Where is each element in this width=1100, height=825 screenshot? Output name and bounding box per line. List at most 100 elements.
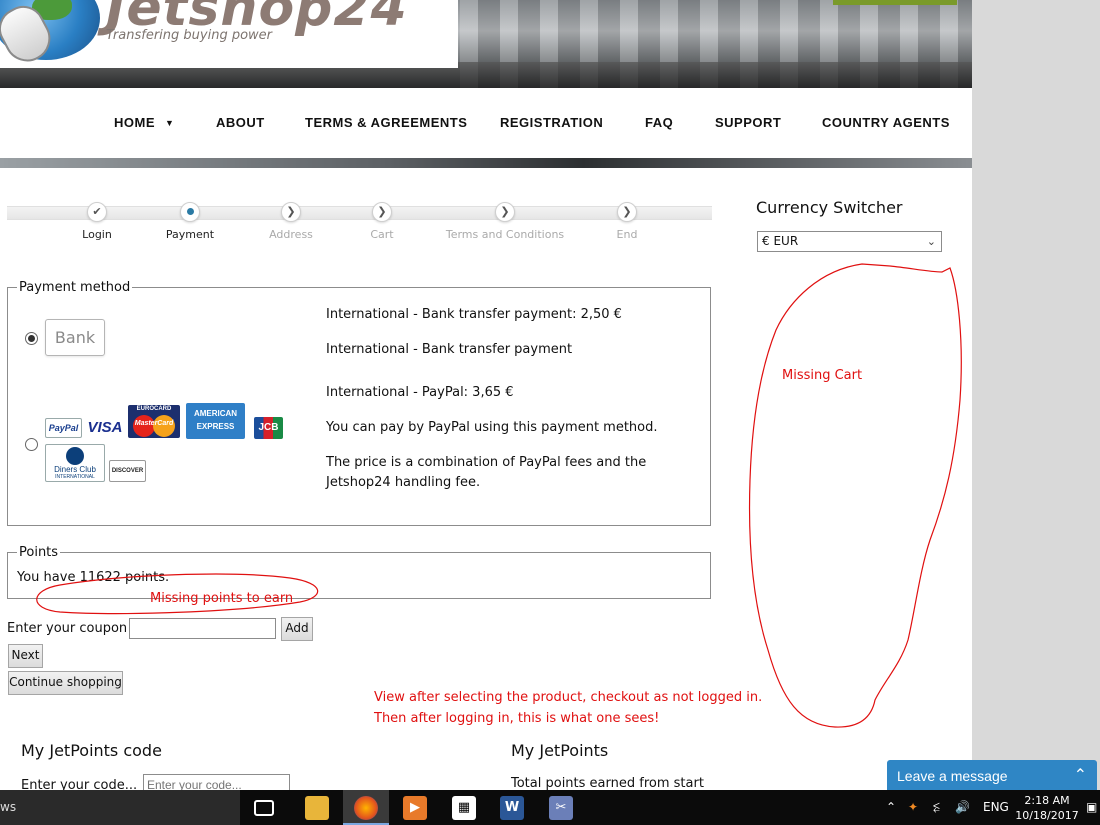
mastercard-top-text: EUROCARD [136,406,172,412]
nav-faq[interactable]: FAQ [645,115,673,130]
continue-shopping-button[interactable]: Continue shopping [8,671,123,695]
banner-bottom-strip [0,158,972,168]
currency-select[interactable]: € EUR ⌄ [757,231,942,252]
annotation-note-line2: Then after logging in, this is what one … [374,711,660,726]
nav-home[interactable]: HOME ▼ [114,115,174,130]
payment-method-legend: Payment method [19,280,131,295]
taskbar-left-text: ws [0,800,17,814]
amex-line1: AMERICAN [193,409,238,418]
bank-payment-title: International - Bank transfer payment: 2… [326,307,622,322]
metamask-icon[interactable]: ✦ [908,800,918,814]
task-view-icon[interactable] [254,800,274,816]
site-logo[interactable]: Jetshop24 Transfering buying power [0,0,458,68]
nav-registration[interactable]: REGISTRATION [500,115,603,130]
step-label: Login [82,228,112,241]
header-banner: Jetshop24 Transfering buying power [0,0,972,88]
annotation-missing-cart: Missing Cart [782,368,863,383]
leave-message-widget[interactable]: Leave a message ⌃ [887,760,1097,792]
paypal-fee-note-line2: Jetshop24 handling fee. [326,475,481,490]
chevron-right-icon: ❯ [281,202,301,222]
clock-date: 10/18/2017 [1015,809,1079,822]
points-legend: Points [19,545,59,560]
notifications-icon[interactable]: ▣ [1086,800,1097,814]
paypal-radio[interactable] [25,438,38,451]
store-icon[interactable]: ▦ [452,796,476,820]
step-label: Cart [370,228,394,241]
step-label: Terms and Conditions [445,228,565,241]
step-login: ✔ Login [47,202,147,241]
jetpoints-total-label: Total points earned from start [511,776,704,791]
annotation-note-line1: View after selecting the product, checko… [374,690,763,705]
jetpoints-code-heading: My JetPoints code [21,741,162,760]
nav-terms[interactable]: TERMS & AGREEMENTS [305,115,467,130]
missing-cart-outline [748,263,962,728]
currency-switcher-title: Currency Switcher [756,198,903,217]
visa-logo: VISA [86,418,124,438]
tray-chevron-up-icon[interactable]: ⌃ [886,800,896,814]
currency-selected-value: € EUR [762,234,799,248]
jcb-logo-text: JCB [258,422,279,433]
chevron-down-icon: ⌄ [926,235,936,248]
diners-line1: Diners Club [54,465,96,474]
caret-down-icon: ▼ [165,118,175,128]
coupon-label: Enter your coupon [7,621,128,636]
paypal-payment-title: International - PayPal: 3,65 € [326,385,514,400]
bank-payment-description: International - Bank transfer payment [326,342,573,357]
coupon-input[interactable] [129,618,276,639]
nav-support[interactable]: SUPPORT [715,115,781,130]
nav-about[interactable]: ABOUT [216,115,265,130]
paypal-logo: PayPal [45,418,82,438]
jcb-logo: JCB [254,417,283,439]
paypal-payment-description: You can pay by PayPal using this payment… [326,420,658,435]
taskbar-clock[interactable]: 2:18 AM 10/18/2017 [1014,793,1080,823]
wifi-icon[interactable]: ⥶ [933,800,940,815]
step-label: End [616,228,638,241]
chevron-right-icon: ❯ [617,202,637,222]
mastercard-logo: EUROCARD MasterCard [128,405,180,438]
paypal-fee-note-line1: The price is a combination of PayPal fee… [326,455,647,470]
bank-radio[interactable] [25,332,38,345]
mastercard-text: MasterCard [134,420,174,427]
diners-club-icon [66,447,84,465]
jetpoints-heading: My JetPoints [511,741,609,760]
media-player-icon[interactable]: ▶ [403,796,427,820]
amex-line2: EXPRESS [196,422,235,431]
step-end: ❯ End [577,202,677,241]
snipping-tool-icon[interactable]: ✂ [549,796,573,820]
file-explorer-icon[interactable] [305,796,329,820]
diners-club-logo: Diners Club INTERNATIONAL [45,444,105,482]
taskbar-search-area[interactable]: ws [0,790,240,825]
current-step-dot-icon [180,202,200,222]
logo-tagline: Transfering buying power [106,28,273,43]
visa-logo-text: VISA [87,419,123,436]
firefox-icon[interactable] [354,796,378,820]
nav-home-label: HOME [114,115,155,130]
step-address: ❯ Address [241,202,341,241]
step-terms: ❯ Terms and Conditions [440,202,570,241]
header-green-button[interactable] [833,0,957,5]
step-cart: ❯ Cart [332,202,432,241]
chevron-right-icon: ❯ [495,202,515,222]
paypal-logo-text: PayPal [48,423,79,433]
coupon-add-button[interactable]: Add [281,617,313,641]
volume-icon[interactable]: 🔊 [955,800,970,814]
bank-logo[interactable]: Bank [45,319,105,356]
chat-label: Leave a message [897,768,1008,784]
discover-logo-text: DISCOVER [111,468,144,474]
points-balance: You have 11622 points. [17,570,170,585]
discover-logo: DISCOVER [109,460,146,482]
nav-country-agents[interactable]: COUNTRY AGENTS [822,115,950,130]
step-label: Address [269,228,313,241]
clock-time: 2:18 AM [1024,794,1070,807]
language-indicator[interactable]: ENG [983,800,1009,814]
annotation-missing-points: Missing points to earn [150,591,294,606]
page-gutter [972,0,1100,790]
chevron-up-icon[interactable]: ⌃ [1074,760,1087,792]
next-button[interactable]: Next [8,644,43,668]
step-label: Payment [165,228,215,241]
windows-taskbar: ws ▶ ▦ W ✂ ⌃ ✦ ⥶ 🔊 ENG 2:18 AM 10/18/201… [0,790,1100,825]
diners-line2: INTERNATIONAL [55,474,95,480]
amex-logo: AMERICAN EXPRESS [186,403,245,439]
word-icon[interactable]: W [500,796,524,820]
main-nav: HOME ▼ ABOUT TERMS & AGREEMENTS REGISTRAT… [0,88,972,158]
